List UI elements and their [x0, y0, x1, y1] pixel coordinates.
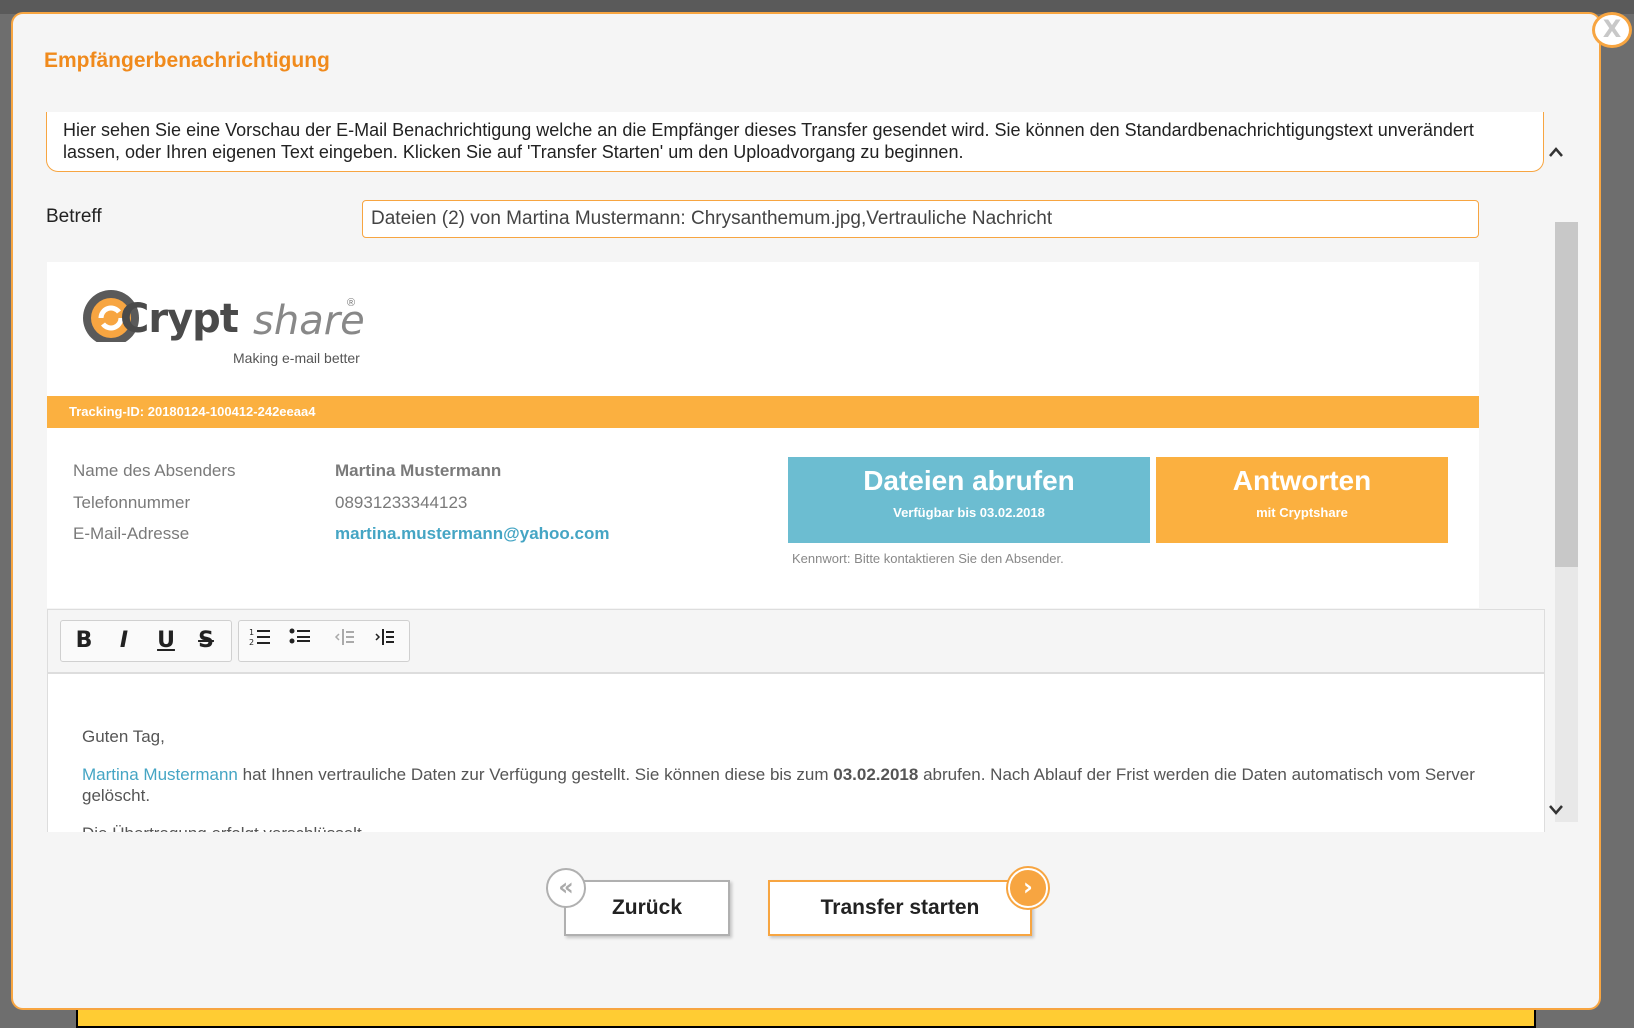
start-transfer-button[interactable]: Transfer starten: [768, 880, 1032, 936]
tracking-id-bar: Tracking-ID: 20180124-100412-242eeaa4: [47, 396, 1479, 428]
dialog-scroll-area[interactable]: Hier sehen Sie eine Vorschau der E-Mail …: [13, 112, 1578, 832]
strikethrough-button[interactable]: S: [189, 627, 223, 655]
back-button[interactable]: Zurück: [564, 880, 730, 936]
indent-icon[interactable]: [367, 627, 401, 655]
bold-button[interactable]: B: [67, 627, 101, 655]
editor-body: Martina Mustermann hat Ihnen vertraulich…: [82, 764, 1514, 806]
logo-registered-mark: ®: [347, 297, 356, 309]
list-format-group: 12: [238, 620, 410, 662]
back-arrow-icon[interactable]: «: [546, 868, 586, 908]
text-format-group: B I U S: [60, 620, 232, 662]
sender-phone-value: 08931233344123: [335, 493, 468, 512]
reply-subtitle: mit Cryptshare: [1256, 505, 1348, 520]
subject-input[interactable]: [362, 200, 1479, 238]
outdent-icon[interactable]: [327, 627, 361, 655]
dialog-title: Empfängerbenachrichtigung: [44, 49, 330, 72]
retrieve-files-title: Dateien abrufen: [863, 465, 1075, 496]
logo-tagline: Making e-mail better: [233, 350, 360, 366]
subject-label: Betreff: [46, 206, 102, 227]
italic-button[interactable]: I: [107, 627, 141, 655]
info-box: Hier sehen Sie eine Vorschau der E-Mail …: [46, 112, 1544, 172]
editor-encryption-line: Die Übertragung erfolgt verschlüsselt.: [82, 823, 1514, 832]
sender-email-label: E-Mail-Adresse: [73, 524, 190, 543]
retrieve-files-button[interactable]: Dateien abrufen Verfügbar bis 03.02.2018: [788, 457, 1150, 543]
editor-date: 03.02.2018: [833, 765, 919, 784]
sender-name-value: Martina Mustermann: [335, 461, 502, 480]
editor-body-text-1: hat Ihnen vertrauliche Daten zur Verfügu…: [237, 765, 834, 784]
logo-wordmark-crypt: Crypt: [120, 296, 239, 342]
message-editor[interactable]: Guten Tag, Martina Mustermann hat Ihnen …: [47, 673, 1545, 832]
forward-arrow-icon[interactable]: ›: [1008, 868, 1048, 908]
scrollbar-thumb[interactable]: [1555, 222, 1578, 567]
close-icon[interactable]: X: [1592, 12, 1632, 48]
password-note: Kennwort: Bitte kontaktieren Sie den Abs…: [792, 551, 1064, 566]
ordered-list-icon[interactable]: 12: [243, 627, 277, 655]
editor-greeting: Guten Tag,: [82, 727, 165, 746]
bullet-list-icon[interactable]: [283, 627, 317, 655]
recipient-notification-dialog: X Empfängerbenachrichtigung Hier sehen S…: [11, 12, 1632, 1010]
reply-button[interactable]: Antworten mit Cryptshare: [1156, 457, 1448, 543]
svg-text:2: 2: [249, 638, 254, 647]
editor-toolbar: B I U S 12: [47, 609, 1545, 673]
retrieve-files-subtitle: Verfügbar bis 03.02.2018: [893, 505, 1045, 520]
svg-text:1: 1: [249, 628, 254, 637]
reply-title: Antworten: [1232, 465, 1372, 496]
underline-button[interactable]: U: [149, 627, 183, 655]
email-preview: Crypt share ® Making e-mail better Track…: [47, 262, 1479, 608]
sender-email-link[interactable]: martina.mustermann@yahoo.com: [335, 524, 609, 544]
scroll-down-icon[interactable]: [1548, 800, 1564, 821]
page-status-bar: [76, 1008, 1536, 1028]
scroll-up-icon[interactable]: [1548, 142, 1564, 163]
editor-sender-link[interactable]: Martina Mustermann: [82, 765, 238, 784]
sender-phone-label: Telefonnummer: [73, 493, 191, 512]
sender-name-label: Name des Absenders: [73, 461, 236, 480]
